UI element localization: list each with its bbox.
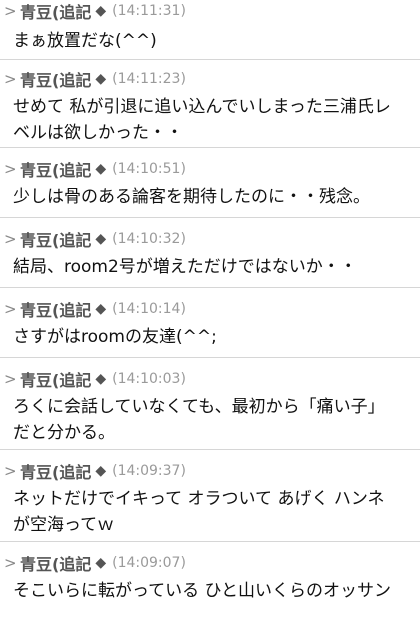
timestamp: (14:10:51) <box>112 161 186 177</box>
author-name[interactable]: 青豆(追記 <box>20 67 91 91</box>
message-text: まぁ放置だな(^^) <box>13 28 416 54</box>
message-header: > 青豆(追記 ◆ (14:11:31) <box>4 0 186 22</box>
message-line: 少しは骨のある論客を期待したのに・・残念。 <box>13 187 370 207</box>
author-name[interactable]: 青豆(追記 <box>20 367 91 391</box>
message-header: > 青豆(追記 ◆ (14:10:32) <box>4 228 186 250</box>
message-line: ベルは欲しかった・・ <box>13 123 183 143</box>
message-line: まぁ放置だな(^^) <box>13 31 157 51</box>
chat-message: > 青豆(追記 ◆ (14:10:14) さすがはroomの友達(^^; <box>0 288 420 358</box>
author-name[interactable]: 青豆(追記 <box>20 459 91 483</box>
message-text: ネットだけでイキって オラついて あげく ハンネ が空海ってｗ <box>13 486 416 538</box>
message-line: が空海ってｗ <box>13 515 115 535</box>
message-header: > 青豆(追記 ◆ (14:10:03) <box>4 368 186 390</box>
diamond-icon: ◆ <box>95 555 107 571</box>
author-name[interactable]: 青豆(追記 <box>20 551 91 575</box>
message-text: さすがはroomの友達(^^; <box>13 324 416 350</box>
timestamp: (14:10:03) <box>112 371 186 387</box>
author-name[interactable]: 青豆(追記 <box>20 157 91 181</box>
message-line: ろくに会話していなくても、最初から「痛い子」 <box>13 397 385 417</box>
timestamp: (14:09:07) <box>112 555 186 571</box>
message-text: そこいらに転がっている ひと山いくらのオッサン <box>13 578 416 604</box>
diamond-icon: ◆ <box>95 161 107 177</box>
message-line: さすがはroomの友達(^^; <box>13 327 217 347</box>
reply-marker-icon[interactable]: > <box>4 70 20 88</box>
reply-marker-icon[interactable]: > <box>4 160 20 178</box>
chat-message: > 青豆(追記 ◆ (14:10:51) 少しは骨のある論客を期待したのに・・残… <box>0 148 420 218</box>
message-text: せめて 私が引退に追い込んでいしまった三浦氏レ ベルは欲しかった・・ <box>13 94 416 146</box>
reply-marker-icon[interactable]: > <box>4 370 20 388</box>
chat-message: > 青豆(追記 ◆ (14:11:23) せめて 私が引退に追い込んでいしまった… <box>0 60 420 148</box>
chat-message: > 青豆(追記 ◆ (14:10:03) ろくに会話していなくても、最初から「痛… <box>0 358 420 450</box>
chat-message: > 青豆(追記 ◆ (14:11:31) まぁ放置だな(^^) <box>0 0 420 60</box>
author-name[interactable]: 青豆(追記 <box>20 227 91 251</box>
message-line: そこいらに転がっている ひと山いくらのオッサン <box>13 581 392 601</box>
message-header: > 青豆(追記 ◆ (14:09:07) <box>4 552 186 574</box>
timestamp: (14:10:32) <box>112 231 186 247</box>
message-header: > 青豆(追記 ◆ (14:10:51) <box>4 158 186 180</box>
message-text: 結局、room2号が増えただけではないか・・ <box>13 254 416 280</box>
message-header: > 青豆(追記 ◆ (14:09:37) <box>4 460 186 482</box>
diamond-icon: ◆ <box>95 371 107 387</box>
reply-marker-icon[interactable]: > <box>4 462 20 480</box>
author-name[interactable]: 青豆(追記 <box>20 0 91 23</box>
message-text: ろくに会話していなくても、最初から「痛い子」 だと分かる。 <box>13 394 416 446</box>
chat-message: > 青豆(追記 ◆ (14:10:32) 結局、room2号が増えただけではない… <box>0 218 420 288</box>
message-line: ネットだけでイキって オラついて あげく ハンネ <box>13 489 385 509</box>
author-name[interactable]: 青豆(追記 <box>20 297 91 321</box>
timestamp: (14:10:14) <box>112 301 186 317</box>
diamond-icon: ◆ <box>95 71 107 87</box>
timestamp: (14:11:31) <box>112 3 186 19</box>
diamond-icon: ◆ <box>95 231 107 247</box>
chat-log: > 青豆(追記 ◆ (14:11:31) まぁ放置だな(^^) > 青豆(追記 … <box>0 0 420 622</box>
diamond-icon: ◆ <box>95 463 107 479</box>
message-line: せめて 私が引退に追い込んでいしまった三浦氏レ <box>13 97 391 117</box>
reply-marker-icon[interactable]: > <box>4 230 20 248</box>
reply-marker-icon[interactable]: > <box>4 2 20 20</box>
reply-marker-icon[interactable]: > <box>4 554 20 572</box>
message-header: > 青豆(追記 ◆ (14:11:23) <box>4 68 186 90</box>
diamond-icon: ◆ <box>95 301 107 317</box>
chat-message: > 青豆(追記 ◆ (14:09:37) ネットだけでイキって オラついて あげ… <box>0 450 420 542</box>
chat-message: > 青豆(追記 ◆ (14:09:07) そこいらに転がっている ひと山いくらの… <box>0 542 420 622</box>
message-line: 結局、room2号が増えただけではないか・・ <box>13 257 357 277</box>
message-header: > 青豆(追記 ◆ (14:10:14) <box>4 298 186 320</box>
diamond-icon: ◆ <box>95 3 107 19</box>
timestamp: (14:09:37) <box>112 463 186 479</box>
reply-marker-icon[interactable]: > <box>4 300 20 318</box>
message-text: 少しは骨のある論客を期待したのに・・残念。 <box>13 184 416 210</box>
message-line: だと分かる。 <box>13 423 115 443</box>
timestamp: (14:11:23) <box>112 71 186 87</box>
